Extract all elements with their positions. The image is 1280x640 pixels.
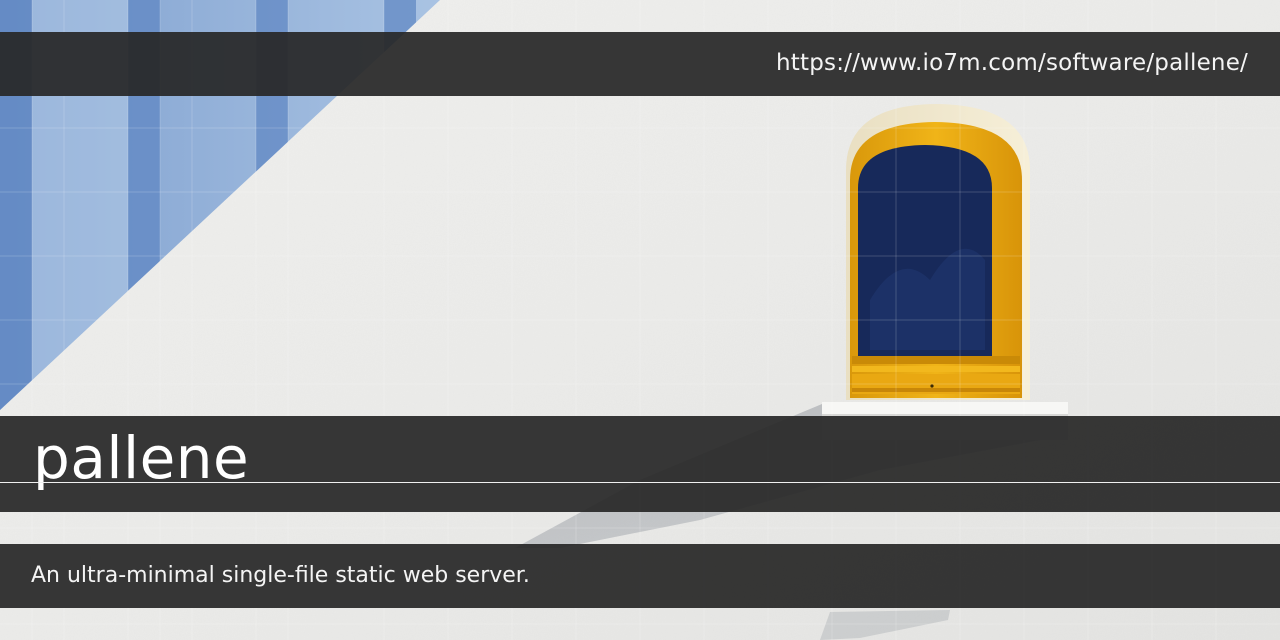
title-bar: pallene <box>0 416 1280 512</box>
window-icon <box>850 122 1022 398</box>
title-baseline-rule <box>0 482 1280 483</box>
project-url-link[interactable]: https://www.io7m.com/software/pallene/ <box>776 32 1248 96</box>
project-description: An ultra-minimal single-file static web … <box>31 563 530 588</box>
project-title: pallene <box>33 424 250 492</box>
url-bar: https://www.io7m.com/software/pallene/ <box>0 32 1280 96</box>
description-bar: An ultra-minimal single-file static web … <box>0 544 1280 608</box>
social-preview-card: https://www.io7m.com/software/pallene/ p… <box>0 0 1280 640</box>
